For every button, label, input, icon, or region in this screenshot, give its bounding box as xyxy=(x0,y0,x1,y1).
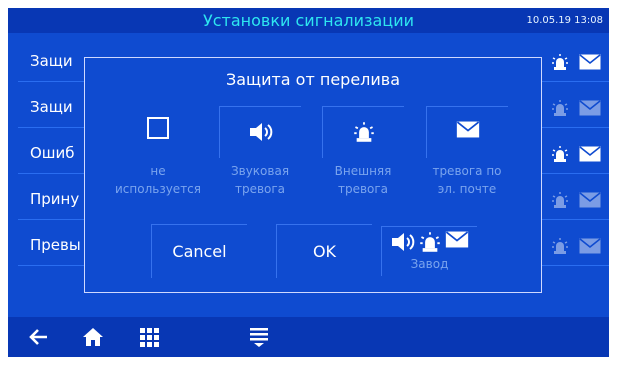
grid-menu-icon[interactable] xyxy=(138,326,160,348)
dialog-title: Защита от перелива xyxy=(225,70,401,89)
option-not-used[interactable]: не используется xyxy=(115,106,201,206)
beacon-icon xyxy=(552,146,568,162)
envelope-icon xyxy=(579,146,601,162)
speaker-icon xyxy=(391,233,414,251)
option-label: Звуковая тревога xyxy=(213,162,307,198)
option-box[interactable] xyxy=(322,106,404,158)
option-label: не используется xyxy=(111,162,205,198)
option-email-alarm[interactable]: тревога по эл. почте xyxy=(426,106,508,206)
speaker-icon xyxy=(249,123,272,141)
option-label-line1: Внешняя xyxy=(334,164,392,178)
alarm-row-icons xyxy=(551,42,601,82)
beacon-icon xyxy=(552,192,568,208)
alarm-row-icons xyxy=(551,134,601,174)
screen-title: Установки сигнализации xyxy=(203,11,414,30)
option-box[interactable] xyxy=(219,106,301,158)
option-label-line1: Звуковая xyxy=(230,164,290,178)
preset-icons xyxy=(382,231,477,253)
bottom-nav-bar xyxy=(8,317,609,357)
beacon-icon xyxy=(552,238,568,254)
alarm-row-icons xyxy=(551,88,601,128)
option-label-line2: тревога xyxy=(337,182,389,196)
back-arrow-icon[interactable] xyxy=(28,326,50,348)
alarm-settings-screen: Установки сигнализации 10.05.19 13:08 За… xyxy=(8,8,609,357)
header-bar: Установки сигнализации 10.05.19 13:08 xyxy=(8,8,609,33)
ok-button[interactable]: OK xyxy=(276,224,372,278)
alarm-row-label: Прину xyxy=(30,190,80,208)
preset-label: Завод xyxy=(410,257,449,271)
beacon-icon xyxy=(353,122,374,142)
alarm-row-label: Превы xyxy=(30,236,81,254)
beacon-icon xyxy=(552,100,568,116)
option-external-alarm[interactable]: Внешняя тревога xyxy=(322,106,404,206)
alarm-row-label: Ошиб xyxy=(30,144,75,162)
envelope-icon xyxy=(456,121,479,138)
beacon-icon xyxy=(419,232,440,252)
option-box[interactable] xyxy=(117,106,199,158)
cancel-button[interactable]: Cancel xyxy=(151,224,247,278)
envelope-icon xyxy=(445,231,468,248)
envelope-icon xyxy=(579,192,601,208)
list-menu-icon[interactable] xyxy=(248,326,270,348)
envelope-icon xyxy=(579,100,601,116)
home-icon[interactable] xyxy=(82,326,104,348)
alarm-row-icons xyxy=(551,180,601,220)
option-label: Внешняя тревога xyxy=(316,162,410,198)
envelope-icon xyxy=(579,238,601,254)
datetime: 10.05.19 13:08 xyxy=(526,15,603,26)
envelope-icon xyxy=(579,54,601,70)
option-box[interactable] xyxy=(426,106,508,158)
alarm-row-label: Защи xyxy=(30,52,73,70)
option-label-line2: тревога xyxy=(234,182,286,196)
overflow-protection-dialog: Защита от перелива не используется Звуко… xyxy=(84,57,542,293)
factory-preset-button[interactable]: Завод xyxy=(381,226,477,276)
option-label-line2: используется xyxy=(115,182,201,196)
option-sound-alarm[interactable]: Звуковая тревога xyxy=(219,106,301,206)
option-label-line1: не xyxy=(150,164,166,178)
option-label-line1: тревога по xyxy=(432,164,502,178)
alarm-row-label: Защи xyxy=(30,98,73,116)
beacon-icon xyxy=(552,54,568,70)
checkbox-empty-icon[interactable] xyxy=(147,117,169,139)
option-label-line2: эл. почте xyxy=(437,182,497,196)
option-label: тревога по эл. почте xyxy=(420,162,514,198)
alarm-row-icons xyxy=(551,226,601,266)
